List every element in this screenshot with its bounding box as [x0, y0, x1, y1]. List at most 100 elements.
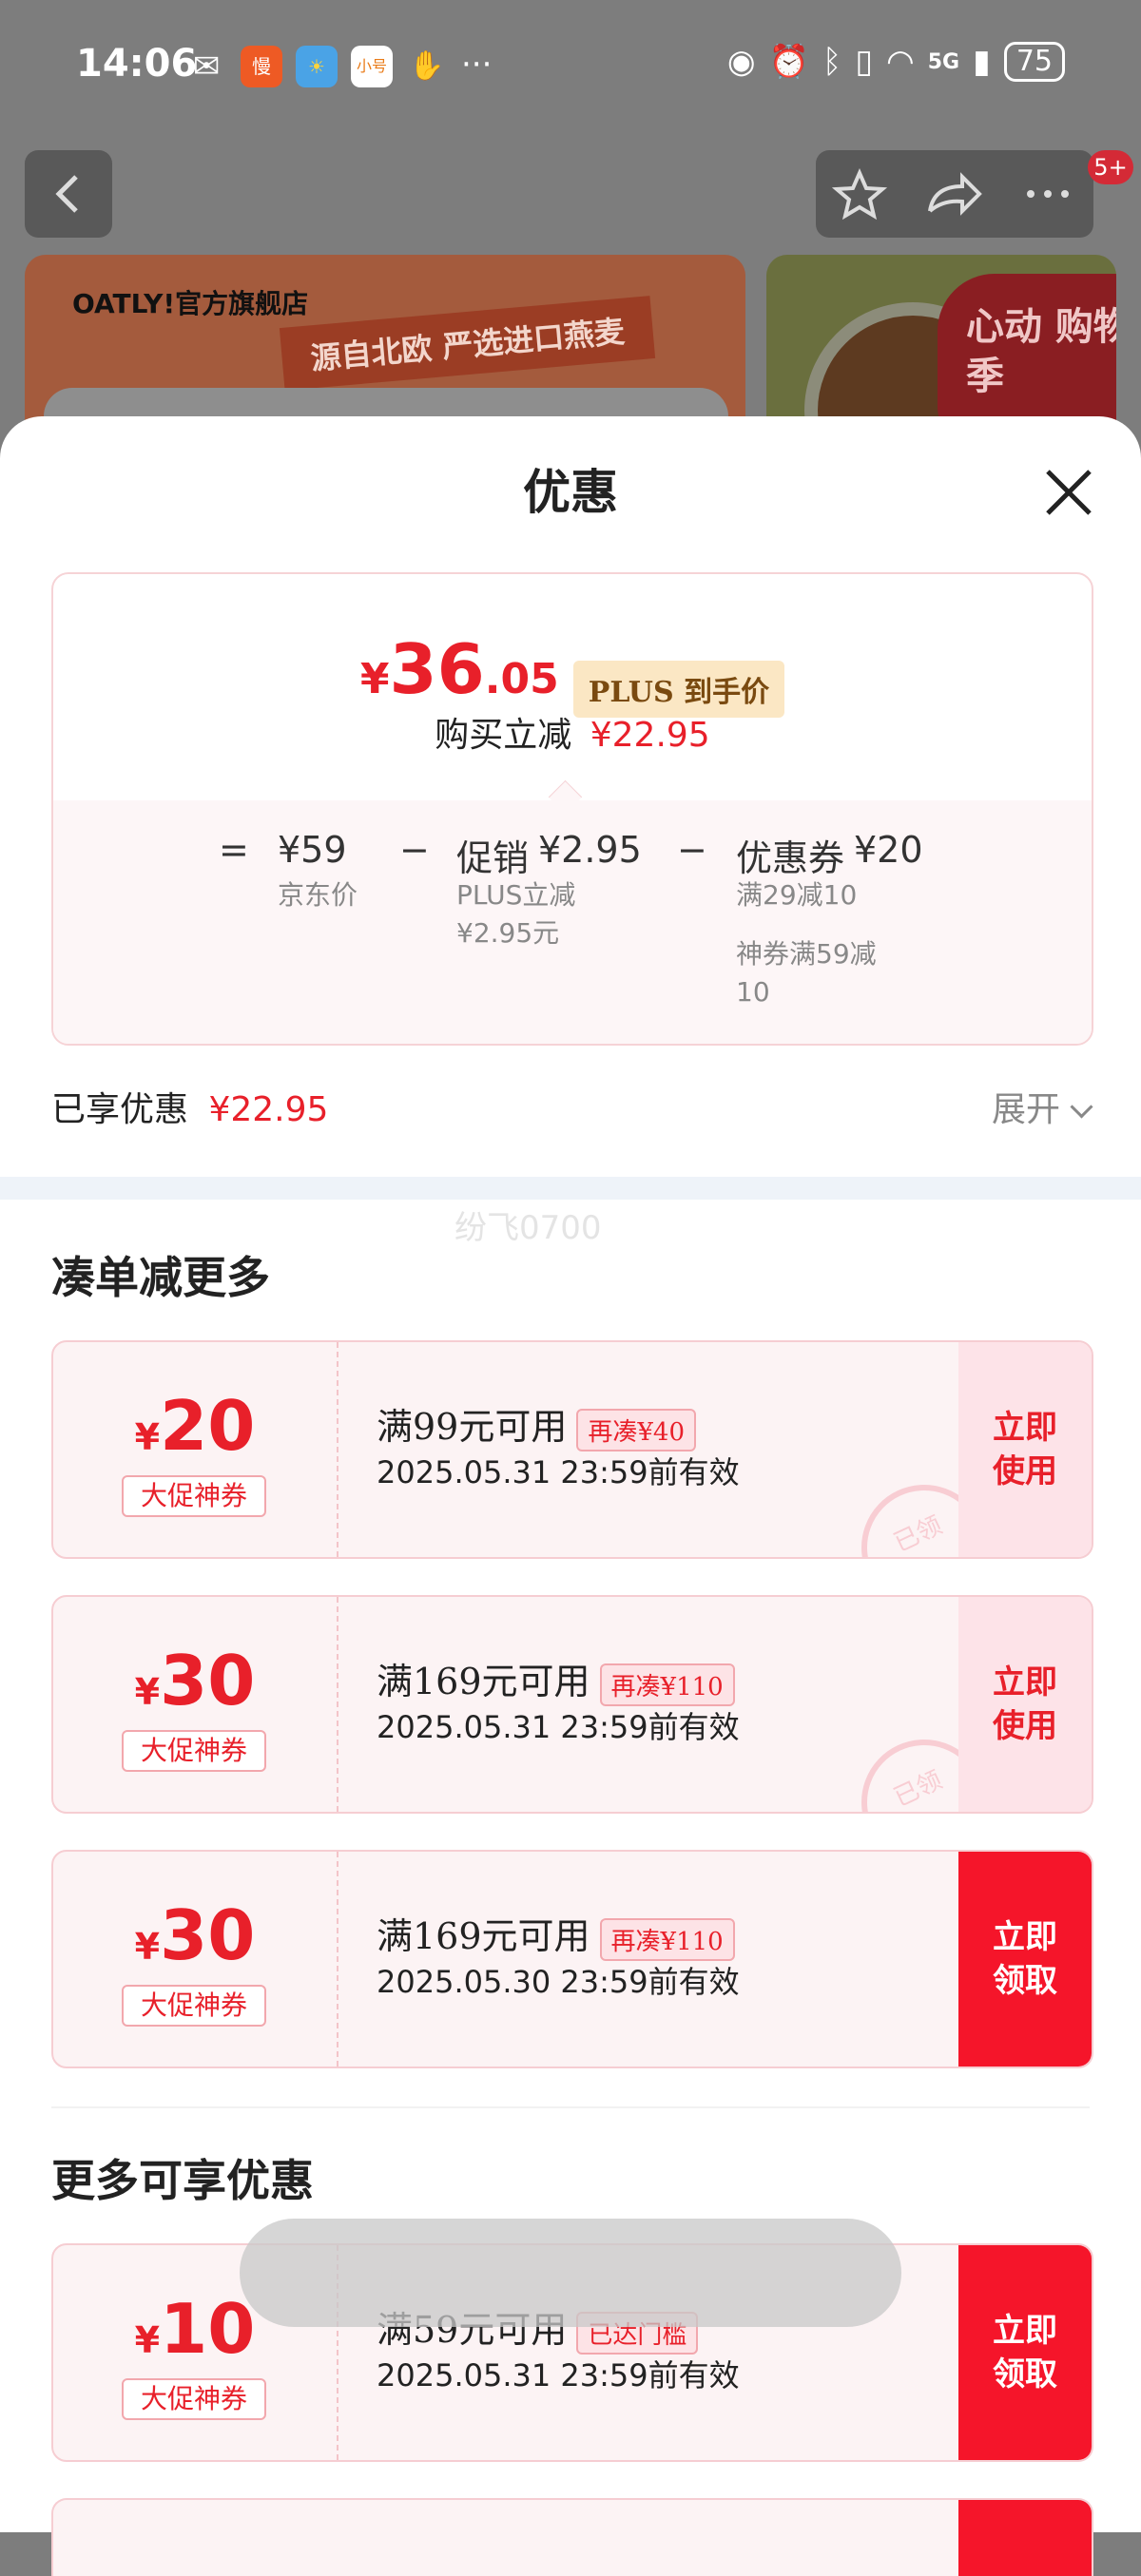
jd-price-value: ¥59 — [278, 829, 347, 871]
price-decimal: .05 — [484, 655, 559, 703]
more-icon[interactable] — [1027, 190, 1069, 198]
status-bar: 14:06 ✉ 慢 ☀ 小号 ✋ ··· ◉ ⏰ ᛒ ▯ ◠ 5G ▮ 75 — [0, 0, 1141, 133]
coupon-amount-value: 30 — [160, 1895, 256, 1975]
button-line-1: 立即 — [993, 1918, 1057, 1956]
promo-detail-1: PLUS立减 — [456, 879, 576, 911]
coupon-currency: ¥ — [134, 1416, 161, 1458]
expand-label: 展开 — [991, 1090, 1060, 1129]
coupon-currency: ¥ — [134, 1671, 161, 1713]
wifi-icon: ◠ — [886, 43, 915, 81]
toast-overlay — [240, 2219, 901, 2327]
top-actions — [816, 150, 1093, 238]
coupon-gap-tag: 再凑¥110 — [599, 1918, 735, 1961]
coupon-detail-1: 满29减10 — [736, 879, 858, 911]
use-now-button[interactable]: 立即 使用 — [958, 1342, 1092, 1557]
vibrate-icon: ▯ — [855, 43, 874, 81]
coupon-expiry: 2025.05.30 23:59前有效 — [377, 1964, 740, 2000]
close-icon[interactable] — [1040, 464, 1097, 521]
chevron-down-icon — [1070, 1095, 1093, 1119]
coupon-currency: ¥ — [134, 2319, 161, 2361]
coupon-amount: ¥20 — [53, 1388, 337, 1475]
xiaohao-icon: 小号 — [351, 46, 393, 87]
promo-label: 促销 — [456, 837, 530, 879]
notification-icons: ✉ 慢 ☀ 小号 ✋ ··· — [185, 46, 492, 87]
final-price-row: ¥36.05 PLUS 到手价 — [53, 629, 1092, 718]
coupon-gap-tag: 再凑¥40 — [576, 1409, 696, 1451]
claim-now-button[interactable]: 立即 领取 — [958, 1852, 1092, 2067]
back-button[interactable] — [25, 150, 112, 238]
top-action-icons — [831, 168, 1069, 221]
section-separator — [51, 2106, 1090, 2108]
coupon-value: ¥20 — [854, 829, 923, 871]
favorite-star-icon[interactable] — [831, 168, 888, 221]
watermark: 纷飞0700 — [454, 1209, 602, 1247]
coupon-card: ¥30 大促神券 满169元可用 再凑¥110 2025.05.31 23:59前… — [51, 1595, 1093, 1814]
weather-icon: ☀ — [296, 46, 338, 87]
instant-discount-value: ¥22.95 — [590, 716, 710, 755]
bluetooth-icon: ᛒ — [822, 43, 842, 81]
coupon-amount: ¥30 — [53, 1897, 337, 1985]
button-line-1: 立即 — [993, 1663, 1057, 1701]
button-line-2: 领取 — [993, 1962, 1057, 2000]
hand-icon: ✋ — [409, 49, 445, 83]
coupon-condition: 满169元可用 再凑¥110 — [377, 1907, 735, 1961]
coupon-condition-text: 满99元可用 — [377, 1406, 568, 1448]
coupon-amount-value: 20 — [160, 1386, 256, 1466]
coupon-type-badge: 大促神券 — [122, 1985, 266, 2027]
expand-toggle[interactable]: 展开 — [991, 1082, 1093, 1131]
coupon-expiry: 2025.05.31 23:59前有效 — [377, 1709, 740, 1745]
coupon-amount-area: ¥30 大促神券 — [53, 1852, 337, 2067]
alarm-icon: ⏰ — [768, 43, 809, 81]
instant-discount-row: 购买立减 ¥22.95 — [53, 707, 1092, 757]
man-icon: 慢 — [241, 46, 282, 87]
more-notifications-icon: ··· — [461, 46, 493, 84]
sheet-title: 优惠 — [523, 464, 618, 520]
coupon-currency: ¥ — [134, 1926, 161, 1968]
coupon-condition-text: 满169元可用 — [377, 1915, 590, 1957]
coupon-detail-3: 10 — [736, 976, 770, 1008]
coupon-type-badge: 大促神券 — [122, 1475, 266, 1517]
status-time: 14:06 — [76, 42, 198, 86]
network-type: 5G — [927, 49, 960, 74]
signal-icon: ▮ — [973, 43, 991, 81]
promo-value: ¥2.95 — [538, 829, 642, 871]
price-integer: 36 — [389, 629, 485, 709]
coupon-condition: 满99元可用 再凑¥40 — [377, 1397, 696, 1451]
button-line-2: 领取 — [993, 2355, 1057, 2393]
section-title-more-savings: 凑单减更多 — [51, 1252, 270, 1303]
coupon-divider — [337, 1342, 338, 1557]
back-arrow-icon — [55, 175, 78, 213]
enjoyed-value: ¥22.95 — [208, 1090, 329, 1129]
price-currency: ¥ — [359, 655, 390, 703]
coupon-expiry: 2025.05.31 23:59前有效 — [377, 1454, 740, 1490]
coupon-amount-value: 30 — [160, 1641, 256, 1721]
coupon-card-partial — [51, 2498, 1093, 2576]
coupon-expiry: 2025.05.31 23:59前有效 — [377, 2357, 740, 2393]
minus-sign: − — [399, 829, 430, 871]
coupon-amount-value: 10 — [160, 2289, 256, 2369]
enjoyed-label: 已享优惠 — [51, 1090, 189, 1129]
claim-now-button[interactable]: 立即 领取 — [958, 2245, 1092, 2460]
battery-indicator: 75 — [1003, 42, 1065, 82]
store-name: OATLY!官方旗舰店 — [72, 288, 309, 319]
coupon-card: ¥20 大促神券 满99元可用 再凑¥40 2025.05.31 23:59前有效… — [51, 1340, 1093, 1559]
coupon-type-badge: 大促神券 — [122, 2378, 266, 2420]
coupon-divider — [337, 1852, 338, 2067]
coupon-condition-text: 满169元可用 — [377, 1661, 590, 1702]
button-line-1: 立即 — [993, 2312, 1057, 2350]
coupon-condition: 满169元可用 再凑¥110 — [377, 1652, 735, 1706]
jd-price-label: 京东价 — [278, 879, 358, 911]
use-now-button[interactable]: 立即 使用 — [958, 1597, 1092, 1812]
claim-now-button[interactable] — [958, 2500, 1092, 2576]
coupon-amount-area: ¥20 大促神券 — [53, 1342, 337, 1557]
button-line-2: 使用 — [993, 1707, 1057, 1745]
enjoyed-discount-row: 已享优惠 ¥22.95 展开 — [51, 1082, 1093, 1139]
coupon-gap-tag: 再凑¥110 — [599, 1663, 735, 1706]
coupon-amount: ¥30 — [53, 1643, 337, 1730]
coupon-card: ¥30 大促神券 满169元可用 再凑¥110 2025.05.30 23:59前… — [51, 1850, 1093, 2068]
button-line-1: 立即 — [993, 1409, 1057, 1447]
coupon-amount-area: ¥30 大促神券 — [53, 1597, 337, 1812]
equals-sign: = — [219, 829, 249, 871]
share-icon[interactable] — [928, 172, 982, 216]
coupon-label: 优惠券 — [736, 837, 845, 879]
